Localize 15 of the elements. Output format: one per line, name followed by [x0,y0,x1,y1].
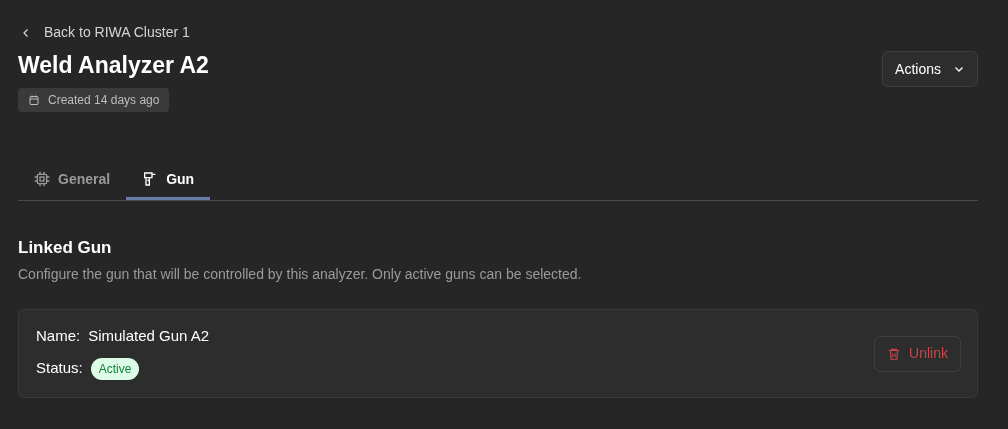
gun-name: Simulated Gun A2 [88,325,210,346]
section-description: Configure the gun that will be controlled by this analyzer. Only active guns can be selected. [18,265,583,285]
status-badge: Active [90,357,140,380]
actions-button[interactable]: Actions [882,51,978,87]
back-link[interactable]: Back to RIWA Cluster 1 [20,22,209,43]
created-text: Created 14 days ago [48,91,160,109]
status-label: Status: [36,358,83,379]
calendar-icon [28,93,40,106]
trash-icon [887,346,902,361]
section-title: Linked Gun [18,236,113,259]
tab[interactable]: Gun [126,161,211,200]
tab[interactable]: General [18,161,127,200]
page-title: Weld Analyzer A2 [18,51,209,80]
name-label: Name: [36,325,81,346]
chip-icon [34,171,50,188]
